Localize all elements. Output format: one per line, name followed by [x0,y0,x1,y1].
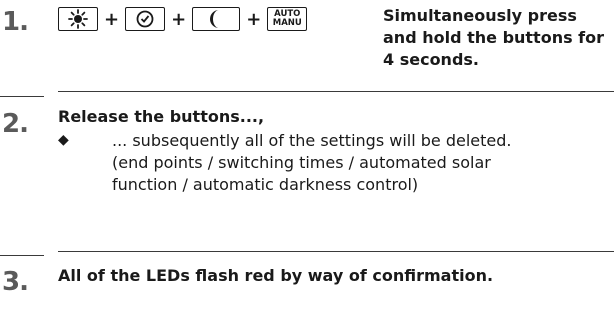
step-1: 1. + + + AUTO MANU Simultaneously press … [0,0,614,90]
auto-manu-icon: AUTO MANU [273,10,302,28]
moon-button [192,7,241,31]
step-3: 3. All of the LEDs flash red by way of c… [0,258,614,313]
manu-label: MANU [272,18,302,28]
step-number: 2. [2,109,29,139]
step-number: 3. [2,267,29,297]
moon-icon [209,9,223,29]
clock-icon [135,9,155,29]
step-number: 1. [2,7,29,37]
step-2-detail: ... subsequently all of the settings wil… [112,131,512,150]
step-2-note: (end points / switching times / automate… [112,153,491,194]
step-2-heading: Release the buttons..., [58,107,265,126]
button-combination: + + + AUTO MANU [58,4,308,34]
step-1-instruction: Simultaneously press and hold the button… [383,6,605,69]
divider-short [0,96,44,97]
step-2: 2. Release the buttons..., ◆ ... subsequ… [0,100,614,230]
auto-manu-button: AUTO MANU [267,7,308,31]
plus-sign: + [246,8,262,30]
clock-button [125,7,166,31]
divider [58,91,614,92]
divider [58,251,614,252]
plus-sign: + [104,8,120,30]
divider-short [0,255,44,256]
step-3-text: All of the LEDs flash red by way of conf… [58,266,494,285]
plus-sign: + [171,8,187,30]
sun-icon [68,9,88,29]
bullet-diamond: ◆ [58,132,69,148]
sun-button [58,7,98,31]
